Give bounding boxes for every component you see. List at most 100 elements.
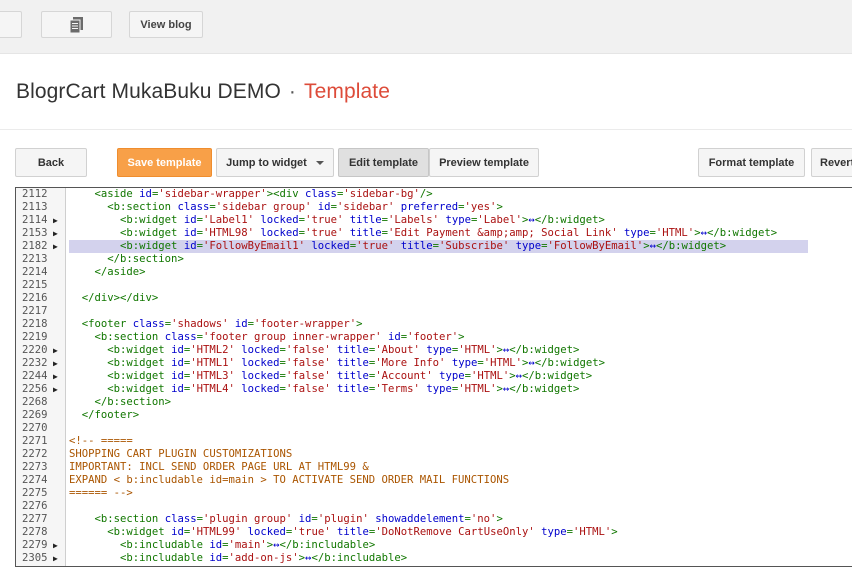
line-number: 2269: [22, 409, 48, 421]
fold-arrow-icon[interactable]: ▶: [53, 539, 58, 552]
code-text: <b:includable id='add-on-js'>↔</b:includ…: [69, 552, 407, 565]
code-line[interactable]: 2214 </aside>: [16, 266, 852, 279]
code-line[interactable]: 2256 ▶ <b:widget id='HTML4' locked='false…: [16, 383, 852, 396]
code-text: <b:widget id='Label1' locked='true' titl…: [69, 214, 605, 227]
code-editor[interactable]: 2112 <aside id='sidebar-wrapper'><div cl…: [15, 187, 852, 567]
code-token: id: [234, 318, 248, 330]
code-token: id: [171, 370, 184, 382]
code-token: title: [336, 383, 369, 395]
fold-arrow-icon[interactable]: ▶: [53, 552, 58, 565]
line-number: 2278: [22, 526, 48, 538]
line-number: 2256: [22, 383, 48, 395]
code-token: </b:widget>: [534, 357, 605, 369]
fold-arrow-icon[interactable]: ▶: [53, 227, 58, 240]
code-token: 'yes': [464, 201, 497, 213]
line-number: 2216: [22, 292, 48, 304]
code-line[interactable]: 2277 <b:section class='plugin group' id=…: [16, 513, 852, 526]
code-token: 'sidebar group': [215, 201, 312, 213]
code-line[interactable]: 2217: [16, 305, 852, 318]
code-token: 'HTML': [458, 383, 497, 395]
code-line[interactable]: 2220 ▶ <b:widget id='HTML2' locked='false…: [16, 344, 852, 357]
code-token: <aside: [94, 188, 140, 200]
fold-arrow-icon[interactable]: ▶: [53, 383, 58, 396]
code-token: <b:widget: [107, 383, 172, 395]
code-text: <b:section class='plugin group' id='plug…: [69, 513, 503, 526]
code-token: id: [387, 331, 401, 343]
code-line[interactable]: 2279 ▶ <b:includable id='main'>↔</b:inclu…: [16, 539, 852, 552]
line-number: 2272: [22, 448, 48, 460]
back-button[interactable]: Back: [15, 148, 87, 177]
revert-button[interactable]: Revert: [811, 148, 852, 177]
code-text: <b:section class='footer group inner-wra…: [69, 331, 465, 344]
code-line[interactable]: 2113 <b:section class='sidebar group' id…: [16, 201, 852, 214]
code-line[interactable]: 2218 <footer class='shadows' id='footer-…: [16, 318, 852, 331]
code-token: </b:widget>: [509, 383, 580, 395]
code-token: class: [305, 188, 337, 200]
code-token: 'true': [305, 214, 344, 226]
page-title: BlogrCart MukaBuku DEMO · Template: [16, 80, 390, 104]
code-token: </b:widget>: [655, 240, 727, 252]
view-blog-button[interactable]: View blog: [129, 11, 203, 38]
code-line[interactable]: 2276: [16, 500, 852, 513]
code-token: 'More Info': [375, 357, 446, 369]
code-line[interactable]: 2215: [16, 279, 852, 292]
fold-arrow-icon[interactable]: ▶: [53, 240, 58, 253]
code-token: id: [171, 344, 184, 356]
code-token: EXPAND < b:includable id=main > TO ACTIV…: [69, 474, 510, 486]
code-line[interactable]: 2219 <b:section class='footer group inne…: [16, 331, 852, 344]
fold-arrow-icon[interactable]: ▶: [53, 357, 58, 370]
code-token: 'DoNotRemove CartUseOnly': [375, 526, 535, 538]
code-line[interactable]: 2274 EXPAND < b:includable id=main > TO A…: [16, 474, 852, 487]
fold-arrow-icon[interactable]: ▶: [53, 344, 58, 357]
code-token: <b:includable: [120, 552, 210, 564]
code-token: <!-- =====: [69, 435, 133, 447]
pages-button[interactable]: [41, 11, 112, 38]
code-line[interactable]: 2305 ▶ <b:includable id='add-on-js'>↔</b:…: [16, 552, 852, 565]
code-line[interactable]: 2278 <b:widget id='HTML99' locked='true'…: [16, 526, 852, 539]
code-line[interactable]: 2232 ▶ <b:widget id='HTML1' locked='false…: [16, 357, 852, 370]
code-line[interactable]: 2213 </b:section>: [16, 253, 852, 266]
code-line[interactable]: 2153 ▶ <b:widget id='HTML98' locked='true…: [16, 227, 852, 240]
code-text: <b:widget id='HTML1' locked='false' titl…: [69, 357, 605, 370]
jump-to-widget-dropdown[interactable]: Jump to widget: [216, 148, 334, 177]
line-number: 2113: [22, 201, 48, 213]
edit-template-button[interactable]: Edit template: [338, 148, 429, 177]
code-line[interactable]: 2275 ====== -->: [16, 487, 852, 500]
title-separator: ·: [288, 80, 296, 103]
code-line[interactable]: 2114 ▶ <b:widget id='Label1' locked='true…: [16, 214, 852, 227]
divider: [0, 129, 852, 130]
line-number: 2182: [22, 240, 48, 252]
preview-template-button[interactable]: Preview template: [429, 148, 539, 177]
fold-arrow-icon[interactable]: ▶: [53, 214, 58, 227]
code-token: </footer>: [81, 409, 140, 421]
section-name: Template: [303, 80, 390, 103]
code-line[interactable]: 2269 </footer>: [16, 409, 852, 422]
code-line[interactable]: 2112 <aside id='sidebar-wrapper'><div cl…: [16, 188, 852, 201]
format-template-button[interactable]: Format template: [698, 148, 805, 177]
back-nav-button[interactable]: [0, 11, 22, 38]
code-line[interactable]: 2273 IMPORTANT: INCL SEND ORDER PAGE URL …: [16, 461, 852, 474]
code-text: <b:section class='sidebar group' id='sid…: [69, 201, 503, 214]
code-line[interactable]: 2271 <!-- =====: [16, 435, 852, 448]
fold-arrow-icon[interactable]: ▶: [53, 370, 58, 383]
code-token: <b:widget: [120, 214, 184, 226]
code-line[interactable]: 2272 SHOPPING CART PLUGIN CUSTOMIZATIONS: [16, 448, 852, 461]
code-line[interactable]: 2182 ▶ <b:widget id='FollowByEmail1' lock…: [16, 240, 852, 253]
code-line[interactable]: 2270: [16, 422, 852, 435]
code-token: 'Label': [477, 214, 522, 226]
code-token: class: [164, 513, 197, 525]
save-template-button[interactable]: Save template: [117, 148, 212, 177]
code-line[interactable]: 2244 ▶ <b:widget id='HTML3' locked='false…: [16, 370, 852, 383]
code-token: <b:widget: [107, 357, 172, 369]
code-line[interactable]: 2216 </div></div>: [16, 292, 852, 305]
code-token: locked: [311, 240, 350, 252]
code-line[interactable]: 2268 </b:section>: [16, 396, 852, 409]
